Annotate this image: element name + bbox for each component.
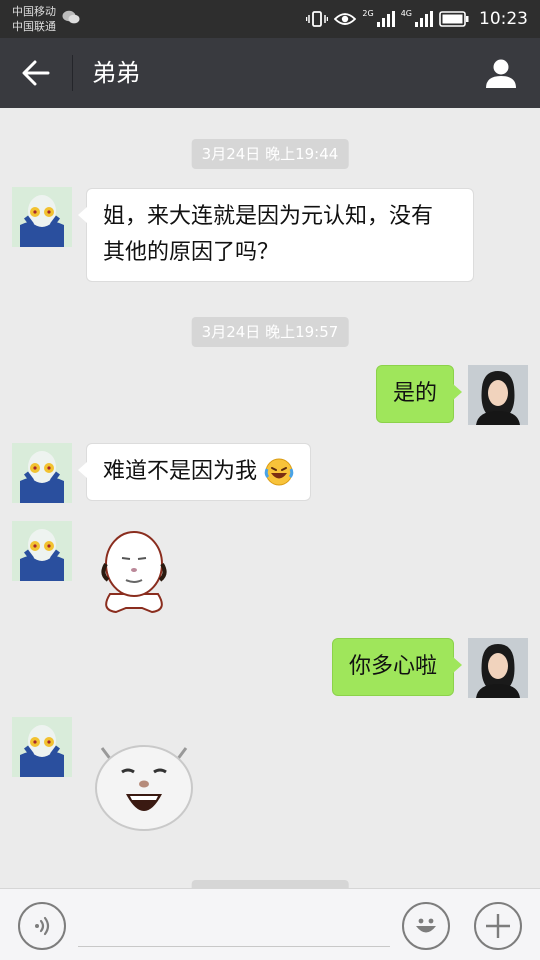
message-list[interactable]: 3月24日 晚上19:44 姐，来大连就是因为元认知，没有 其他的原因了吗？ 3… [0, 108, 540, 888]
input-bar [0, 888, 540, 960]
wechat-icon [62, 10, 80, 24]
network-2g-label: 2G [362, 8, 374, 18]
message-line: 姐，来大连就是因为元认知，没有 [103, 204, 434, 229]
panda-face-sticker[interactable] [96, 528, 172, 616]
timestamp-partial: 3月24日 晚上20:00 [191, 880, 349, 888]
smiley-icon [416, 918, 436, 933]
message-input[interactable] [78, 903, 390, 947]
message-bubble[interactable]: 姐，来大连就是因为元认知，没有 其他的原因了吗？ [78, 188, 474, 282]
contact-avatar[interactable] [12, 443, 72, 503]
eye-icon [334, 13, 357, 25]
timestamp: 3月24日 晚上19:44 [191, 139, 349, 169]
carrier-2: 中国联通 [12, 20, 56, 33]
battery-icon [439, 11, 469, 27]
signal-icon-1 [376, 11, 395, 27]
back-button[interactable] [16, 55, 56, 91]
clock: 10:23 [479, 9, 528, 29]
arrow-left-icon [22, 60, 50, 86]
message-bubble[interactable]: 难道不是因为我 [77, 443, 312, 501]
more-button[interactable] [474, 902, 522, 950]
contact-avatar[interactable] [12, 521, 72, 581]
chat-header: 弟弟 [0, 38, 540, 108]
message-text: 你多心啦 [348, 654, 437, 679]
timestamp: 3月24日 晚上19:57 [191, 317, 349, 347]
plus-icon [486, 914, 510, 938]
laughing-pig-sticker[interactable] [92, 734, 196, 834]
carrier-info: 中国移动 中国联通 [12, 4, 56, 34]
message-line: 其他的原因了吗？ [103, 240, 280, 265]
contact-avatar[interactable] [12, 187, 72, 247]
message-bubble-sent[interactable]: 你多心啦 [331, 638, 463, 696]
chat-title: 弟弟 [92, 59, 140, 87]
message-bubble-sent[interactable]: 是的 [375, 365, 463, 423]
status-bar: 中国移动 中国联通 2G 4G 10:23 [0, 0, 540, 38]
person-icon [486, 59, 516, 88]
carrier-1: 中国移动 [12, 5, 56, 18]
voice-icon [35, 916, 50, 936]
contact-avatar[interactable] [12, 717, 72, 777]
header-divider [72, 55, 73, 91]
message-text: 难道不是因为我 [103, 459, 258, 484]
signal-icon-2 [415, 11, 433, 27]
vibrate-icon [306, 11, 329, 27]
network-4g-label: 4G [400, 8, 412, 18]
status-icons: 2G 4G 10:23 [306, 0, 528, 38]
message-text: 是的 [392, 381, 437, 406]
voice-button[interactable] [18, 902, 66, 950]
emoji-button[interactable] [402, 902, 450, 950]
laughing-crying-emoji [264, 458, 294, 486]
my-avatar[interactable] [468, 365, 528, 425]
my-avatar[interactable] [468, 638, 528, 698]
chat-info-button[interactable] [482, 55, 520, 91]
